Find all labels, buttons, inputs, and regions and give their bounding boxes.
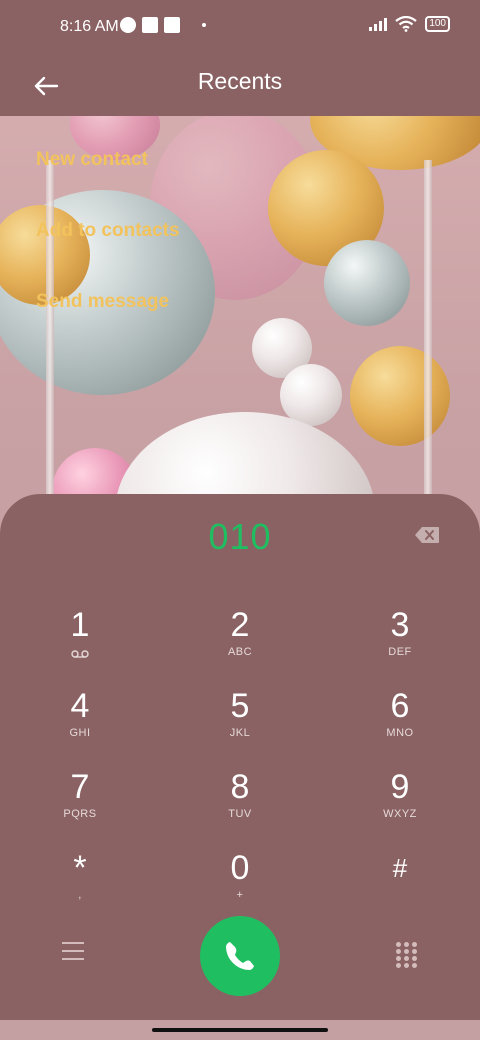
key-0[interactable]: 0 + bbox=[160, 849, 320, 920]
key-digit: 1 bbox=[70, 606, 90, 644]
status-time: 8:16 AM bbox=[60, 18, 119, 35]
key-3[interactable]: 3 DEF bbox=[320, 606, 480, 677]
dialpad-actions bbox=[0, 916, 480, 996]
key-letters: JKL bbox=[229, 727, 251, 739]
key-digit: 4 bbox=[70, 687, 90, 725]
key-digit: * bbox=[73, 849, 87, 887]
key-6[interactable]: 6 MNO bbox=[320, 687, 480, 758]
voicemail-icon bbox=[71, 650, 89, 658]
key-letters: TUV bbox=[228, 808, 252, 820]
key-digit: 7 bbox=[70, 768, 90, 806]
key-1[interactable]: 1 bbox=[0, 606, 160, 677]
header: Recents bbox=[0, 56, 480, 116]
key-digit: 9 bbox=[390, 768, 410, 806]
key-star[interactable]: * , bbox=[0, 849, 160, 920]
more-notifications-icon bbox=[202, 23, 206, 27]
app-notification-icon bbox=[142, 17, 158, 33]
key-letters: WXYZ bbox=[383, 808, 417, 820]
upload-icon bbox=[164, 17, 180, 33]
dialpad-panel: 010 1 2 ABC 3 DEF 4 GHI 5 JKL 6 MNO 7 PQ… bbox=[0, 494, 480, 1020]
battery-indicator: 100 bbox=[425, 16, 450, 32]
send-message-action[interactable]: Send message bbox=[36, 280, 180, 351]
call-button[interactable] bbox=[200, 916, 280, 996]
data-saver-icon bbox=[120, 17, 136, 33]
key-digit: 2 bbox=[230, 606, 250, 644]
key-9[interactable]: 9 WXYZ bbox=[320, 768, 480, 839]
home-indicator[interactable] bbox=[152, 1028, 328, 1032]
key-digit: 8 bbox=[230, 768, 250, 806]
dialed-number: 010 bbox=[208, 516, 272, 557]
key-4[interactable]: 4 GHI bbox=[0, 687, 160, 758]
key-5[interactable]: 5 JKL bbox=[160, 687, 320, 758]
key-letters: ABC bbox=[227, 646, 253, 658]
key-letters: PQRS bbox=[63, 808, 97, 820]
backspace-icon[interactable] bbox=[414, 526, 440, 544]
key-digit: # bbox=[392, 853, 408, 883]
key-digit: 0 bbox=[230, 849, 250, 887]
menu-icon[interactable] bbox=[62, 942, 84, 962]
key-2[interactable]: 2 ABC bbox=[160, 606, 320, 677]
key-digit: 5 bbox=[230, 687, 250, 725]
status-bar: 8:16 AM 100 bbox=[0, 0, 480, 56]
add-to-contacts-action[interactable]: Add to contacts bbox=[36, 209, 180, 280]
system-icons: 100 bbox=[369, 16, 450, 32]
signal-icon bbox=[369, 17, 388, 31]
action-list: New contact Add to contacts Send message bbox=[36, 138, 180, 351]
key-8[interactable]: 8 TUV bbox=[160, 768, 320, 839]
wifi-icon bbox=[395, 16, 417, 32]
wallpaper-pillar bbox=[424, 160, 432, 500]
key-letters: + bbox=[236, 889, 244, 901]
key-letters: , bbox=[78, 889, 82, 901]
key-digit: 6 bbox=[390, 687, 410, 725]
key-letters: MNO bbox=[386, 727, 414, 739]
key-letters: DEF bbox=[388, 646, 412, 658]
phone-icon bbox=[226, 942, 254, 970]
key-digit: 3 bbox=[390, 606, 410, 644]
wallpaper-ball bbox=[350, 346, 450, 446]
notification-icons bbox=[120, 17, 206, 33]
key-7[interactable]: 7 PQRS bbox=[0, 768, 160, 839]
navigation-bar bbox=[0, 1020, 480, 1040]
key-letters: GHI bbox=[69, 727, 91, 739]
new-contact-action[interactable]: New contact bbox=[36, 138, 180, 209]
page-title: Recents bbox=[197, 68, 283, 94]
wallpaper-ball bbox=[324, 240, 410, 326]
keypad: 1 2 ABC 3 DEF 4 GHI 5 JKL 6 MNO 7 PQRS 8… bbox=[0, 606, 480, 920]
wallpaper-ball bbox=[280, 364, 342, 426]
key-hash[interactable]: # bbox=[320, 849, 480, 920]
dialpad-icon[interactable] bbox=[396, 942, 418, 968]
